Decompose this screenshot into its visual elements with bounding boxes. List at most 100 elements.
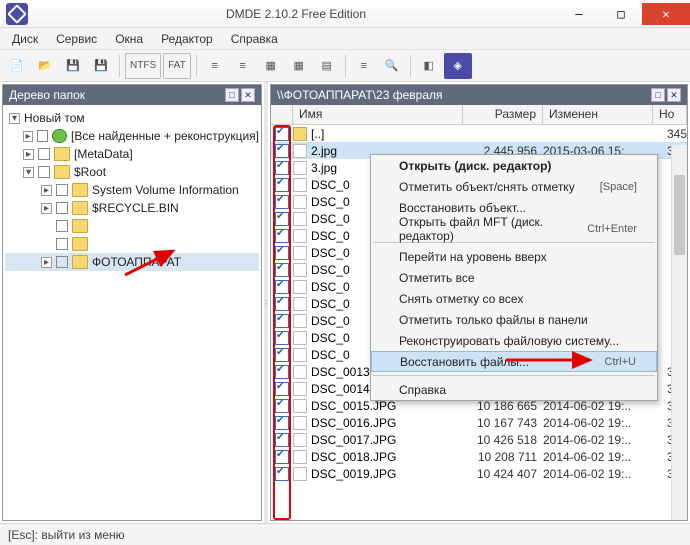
panel-detach-button[interactable]: □ [225,88,239,102]
col-ext[interactable]: Но [653,105,687,124]
tool-fat[interactable]: FAT [163,53,191,79]
row-checkbox[interactable] [275,144,289,158]
menu-item[interactable]: Открыть файл MFT (диск. редактор)Ctrl+En… [371,218,657,239]
checkbox[interactable] [38,166,50,178]
row-checkbox[interactable] [275,450,289,464]
tree-node[interactable] [5,217,259,235]
tool-text[interactable]: ≡ [351,53,377,79]
row-checkbox[interactable] [275,246,289,260]
panel-detach-button[interactable]: □ [651,88,665,102]
expand-icon[interactable]: ▸ [23,149,34,160]
context-menu[interactable]: Открыть (диск. редактор)Отметить объект/… [370,154,658,401]
expand-icon[interactable] [41,239,52,250]
tool-save[interactable]: 💾 [60,53,86,79]
expand-icon[interactable]: ▸ [23,131,33,142]
tree-node[interactable]: ▾$Root [5,163,259,181]
checkbox[interactable] [37,130,48,142]
file-row[interactable]: DSC_0017.JPG10 426 5182014-06-02 19:..34… [271,431,687,448]
tree-node[interactable]: ▸System Volume Information [5,181,259,199]
col-check[interactable] [271,105,293,124]
file-row[interactable]: DSC_0019.JPG10 424 4072014-06-02 19:..34… [271,465,687,482]
menu-service[interactable]: Сервис [50,30,103,48]
row-checkbox[interactable] [275,161,289,175]
checkbox[interactable] [38,148,50,160]
tool-logo[interactable]: ◈ [444,53,472,79]
close-button[interactable]: ✕ [642,3,690,25]
row-checkbox[interactable] [275,263,289,277]
row-checkbox[interactable] [275,212,289,226]
tool-list2[interactable]: ≡ [230,53,256,79]
tool-save2[interactable]: 💾 [88,53,114,79]
tool-list1[interactable]: ≡ [202,53,228,79]
tool-grid1[interactable]: ▦ [258,53,284,79]
row-checkbox[interactable] [275,467,289,481]
row-checkbox[interactable] [275,314,289,328]
checkbox[interactable] [56,238,68,250]
row-checkbox[interactable] [275,348,289,362]
expand-icon[interactable]: ▾ [23,167,34,178]
folder-tree[interactable]: ▾ Новый том ▸[Все найденные + реконструк… [3,105,261,520]
menu-item[interactable]: Снять отметку со всех [371,288,657,309]
menu-item[interactable]: Отметить только файлы в панели [371,309,657,330]
vertical-scrollbar[interactable] [671,145,687,520]
tree-node[interactable]: ▸$RECYCLE.BIN [5,199,259,217]
maximize-button[interactable]: □ [600,3,642,25]
tool-grid3[interactable]: ▤ [314,53,340,79]
tree-node[interactable]: ▸ФОТОАППАРАТ [5,253,259,271]
tree-root[interactable]: ▾ Новый том [5,109,259,127]
row-checkbox[interactable] [275,127,289,141]
tool-grid2[interactable]: ▦ [286,53,312,79]
menu-item[interactable]: Реконструировать файловую систему... [371,330,657,351]
row-checkbox[interactable] [275,365,289,379]
row-checkbox[interactable] [275,399,289,413]
row-checkbox[interactable] [275,416,289,430]
tool-search[interactable]: 🔍 [379,53,405,79]
menu-item[interactable]: Перейти на уровень вверх [371,246,657,267]
checkbox[interactable] [56,184,68,196]
menu-disk[interactable]: Диск [6,30,44,48]
tool-ntfs[interactable]: NTFS [125,53,161,79]
row-checkbox[interactable] [275,229,289,243]
menu-item[interactable]: Справка [371,379,657,400]
splitter[interactable]: ⋮ [264,82,268,523]
col-size[interactable]: Размер [463,105,543,124]
checkbox[interactable] [56,256,68,268]
tool-new[interactable]: 📄 [4,53,30,79]
col-date[interactable]: Изменен [543,105,653,124]
file-row[interactable]: DSC_0018.JPG10 208 7112014-06-02 19:..34… [271,448,687,465]
minimize-button[interactable]: — [558,3,600,25]
expand-icon[interactable] [41,221,52,232]
row-checkbox[interactable] [275,280,289,294]
file-row[interactable]: [..]345 [271,125,687,142]
row-checkbox[interactable] [275,195,289,209]
menu-editor[interactable]: Редактор [155,30,219,48]
col-name[interactable]: Имя [293,105,463,124]
menu-item[interactable]: Открыть (диск. редактор) [371,155,657,176]
row-checkbox[interactable] [275,433,289,447]
menu-item[interactable]: Восстановить файлы...Ctrl+U [371,351,657,372]
row-checkbox[interactable] [275,297,289,311]
panel-close-button[interactable]: ✕ [241,88,255,102]
checkbox[interactable] [56,220,68,232]
tree-node[interactable]: ▸[MetaData] [5,145,259,163]
row-checkbox[interactable] [275,331,289,345]
expand-icon[interactable]: ▸ [41,185,52,196]
column-header[interactable]: Имя Размер Изменен Но [271,105,687,125]
panel-close-button[interactable]: ✕ [667,88,681,102]
tool-panel[interactable]: ◧ [416,53,442,79]
tree-node[interactable] [5,235,259,253]
scrollbar-thumb[interactable] [674,175,685,255]
checkbox[interactable] [56,202,68,214]
menu-item[interactable]: Отметить все [371,267,657,288]
expand-icon[interactable]: ▾ [9,113,20,124]
menu-windows[interactable]: Окна [109,30,149,48]
expand-icon[interactable]: ▸ [41,257,52,268]
menu-help[interactable]: Справка [225,30,284,48]
tool-open[interactable]: 📂 [32,53,58,79]
menu-item[interactable]: Отметить объект/снять отметку[Space] [371,176,657,197]
file-row[interactable]: DSC_0016.JPG10 167 7432014-06-02 19:..34… [271,414,687,431]
tree-node[interactable]: ▸[Все найденные + реконструкция] [5,127,259,145]
expand-icon[interactable]: ▸ [41,203,52,214]
row-checkbox[interactable] [275,382,289,396]
row-checkbox[interactable] [275,178,289,192]
